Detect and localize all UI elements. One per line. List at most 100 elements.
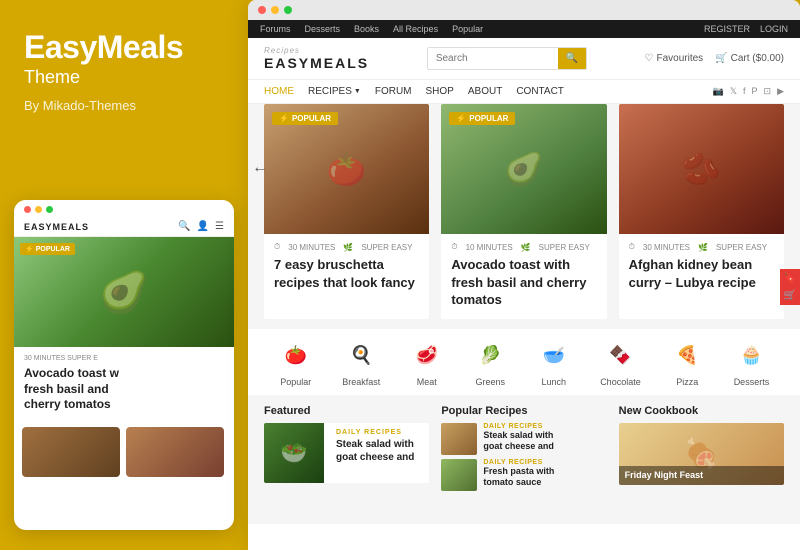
social-icons: 📷 𝕏 f P ⊡ ▶: [713, 86, 784, 97]
bottom-section: Featured 🥗 DAILY RECIPES Steak salad wit…: [248, 395, 800, 491]
content-area: ← ⚡ POPULAR 🍅 ⏱ 30 MINUTES 🌿 SUPER EASY: [248, 104, 800, 524]
mobile-icons: 🔍 👤 ☰: [178, 221, 224, 232]
popular-item-2-info: DAILY RECIPES Fresh pasta withtomato sau…: [483, 459, 554, 489]
category-meat[interactable]: 🥩 Meat: [410, 339, 444, 387]
popular-section: Popular Recipes DAILY RECIPES Steak sala…: [441, 405, 606, 491]
admin-nav-forums[interactable]: Forums: [260, 24, 291, 34]
popular-item-1-image: [441, 423, 477, 455]
admin-nav-popular[interactable]: Popular: [452, 24, 483, 34]
mobile-top-bar: [14, 200, 234, 217]
register-link[interactable]: REGISTER: [704, 24, 750, 34]
featured-content: DAILY RECIPES Steak salad withgoat chees…: [332, 423, 418, 483]
nav-contact[interactable]: CONTACT: [516, 86, 564, 97]
admin-nav-desserts[interactable]: Desserts: [305, 24, 341, 34]
recipe-card-3-image: 🫘: [619, 104, 784, 234]
prev-arrow[interactable]: ←: [252, 159, 268, 177]
bookmark-icon-2: 🛒: [784, 290, 796, 301]
mobile-dot-green: [46, 206, 53, 213]
browser-dot-green[interactable]: [284, 6, 292, 14]
mobile-card-image: ⚡ POPULAR 🥑: [14, 237, 234, 347]
popular-item-2-image: [441, 459, 477, 491]
card-3-title[interactable]: Afghan kidney bean curry – Lubya recipe: [629, 256, 774, 291]
popular-item-2[interactable]: DAILY RECIPES Fresh pasta withtomato sau…: [441, 459, 606, 491]
greens-label: Greens: [475, 377, 505, 387]
mobile-user-icon[interactable]: 👤: [197, 221, 209, 232]
featured-card[interactable]: 🥗 DAILY RECIPES Steak salad withgoat che…: [264, 423, 429, 483]
twitter-icon[interactable]: 𝕏: [730, 86, 737, 97]
category-lunch[interactable]: 🥣 Lunch: [537, 339, 571, 387]
cookbook-overlay: Friday Night Feast: [619, 466, 784, 485]
popular-item-1[interactable]: DAILY RECIPES Steak salad withgoat chees…: [441, 423, 606, 455]
chevron-down-icon: ▼: [354, 88, 361, 95]
nav-home[interactable]: HOME: [264, 86, 294, 97]
greens-icon: 🥬: [473, 339, 507, 373]
header-right: ♡ Favourites 🛒 Cart ($0.00): [645, 53, 784, 64]
mobile-dot-red: [24, 206, 31, 213]
bookmark-icon: 🔖: [784, 273, 796, 284]
admin-nav-books[interactable]: Books: [354, 24, 379, 34]
popular-label: Popular: [280, 377, 311, 387]
category-popular[interactable]: 🍅 Popular: [279, 339, 313, 387]
category-desserts[interactable]: 🧁 Desserts: [734, 339, 770, 387]
featured-image: 🥗: [264, 423, 324, 483]
instagram-icon[interactable]: 📷: [713, 86, 724, 97]
card-1-title[interactable]: 7 easy bruschetta recipes that look fanc…: [274, 256, 419, 291]
clock-icon: ⏱: [274, 242, 280, 252]
youtube-icon[interactable]: ▶: [777, 86, 784, 97]
mobile-search-icon[interactable]: 🔍: [178, 221, 190, 232]
right-panel: Forums Desserts Books All Recipes Popula…: [248, 0, 800, 550]
mobile-menu-icon[interactable]: ☰: [215, 221, 224, 232]
nav-forum[interactable]: FORUM: [375, 86, 412, 97]
recipe-card-2[interactable]: ⚡ POPULAR 🥑 ⏱ 10 MINUTES 🌿 SUPER EASY Av…: [441, 104, 606, 319]
category-chocolate[interactable]: 🍫 Chocolate: [600, 339, 641, 387]
nav-recipes[interactable]: RECIPES ▼: [308, 86, 361, 97]
search-button[interactable]: 🔍: [558, 48, 586, 69]
category-pizza[interactable]: 🍕 Pizza: [670, 339, 704, 387]
featured-title: Featured: [264, 405, 429, 417]
card-2-content: ⏱ 10 MINUTES 🌿 SUPER EASY Avocado toast …: [441, 234, 606, 319]
site-logo[interactable]: Recipes EASYMEALS: [264, 46, 369, 71]
popular-item-1-title[interactable]: Steak salad withgoat cheese and: [483, 430, 554, 453]
popular-item-1-label: DAILY RECIPES: [483, 423, 554, 430]
admin-bar-left: Forums Desserts Books All Recipes Popula…: [260, 24, 483, 34]
nav-shop[interactable]: SHOP: [426, 86, 454, 97]
featured-card-title[interactable]: Steak salad withgoat cheese and: [336, 438, 414, 464]
mobile-card-meta: 30 MINUTES SUPER E: [24, 355, 224, 362]
desserts-label: Desserts: [734, 377, 770, 387]
browser-dot-yellow[interactable]: [271, 6, 279, 14]
popular-item-2-title[interactable]: Fresh pasta withtomato sauce: [483, 466, 554, 489]
cart-link[interactable]: 🛒 Cart ($0.00): [715, 53, 784, 64]
heart-icon: ♡: [645, 53, 654, 64]
category-breakfast[interactable]: 🍳 Breakfast: [342, 339, 380, 387]
brand-subtitle: Theme: [24, 67, 224, 88]
mini-card-1: [22, 427, 120, 477]
login-link[interactable]: LOGIN: [760, 24, 788, 34]
site-header: Recipes EASYMEALS 🔍 ♡ Favourites 🛒 Cart …: [248, 38, 800, 80]
mobile-card-title[interactable]: Avocado toast wfresh basil andcherry tom…: [24, 366, 224, 413]
nav-about[interactable]: ABOUT: [468, 86, 502, 97]
brand-title: EasyMeals: [24, 30, 224, 65]
cookbook-card[interactable]: 🍖 Friday Night Feast: [619, 423, 784, 485]
cart-icon: 🛒: [715, 53, 727, 64]
search-bar[interactable]: 🔍: [427, 47, 587, 70]
breakfast-icon: 🍳: [344, 339, 378, 373]
admin-bar: Forums Desserts Books All Recipes Popula…: [248, 20, 800, 38]
search-input[interactable]: [428, 49, 558, 68]
card-2-meta: ⏱ 10 MINUTES 🌿 SUPER EASY: [451, 242, 596, 252]
featured-label: DAILY RECIPES: [336, 429, 414, 436]
admin-nav-allrecipes[interactable]: All Recipes: [393, 24, 438, 34]
browser-dot-red[interactable]: [258, 6, 266, 14]
recipe-card-3[interactable]: 🫘 ⏱ 30 MINUTES 🌿 SUPER EASY Afghan kidne…: [619, 104, 784, 319]
float-bookmark[interactable]: 🔖 🛒: [780, 269, 800, 305]
card-3-meta: ⏱ 30 MINUTES 🌿 SUPER EASY: [629, 242, 774, 252]
leaf-icon-2: 🌿: [521, 243, 531, 252]
rss-icon[interactable]: ⊡: [764, 86, 772, 97]
facebook-icon[interactable]: f: [743, 86, 746, 97]
category-greens[interactable]: 🥬 Greens: [473, 339, 507, 387]
leaf-icon: 🌿: [343, 243, 353, 252]
left-panel: EasyMeals Theme By Mikado-Themes EASYMEA…: [0, 0, 248, 550]
recipe-card-1[interactable]: ⚡ POPULAR 🍅 ⏱ 30 MINUTES 🌿 SUPER EASY 7 …: [264, 104, 429, 319]
pinterest-icon[interactable]: P: [752, 86, 758, 97]
card-2-title[interactable]: Avocado toast with fresh basil and cherr…: [451, 256, 596, 309]
favourites-link[interactable]: ♡ Favourites: [645, 53, 704, 64]
